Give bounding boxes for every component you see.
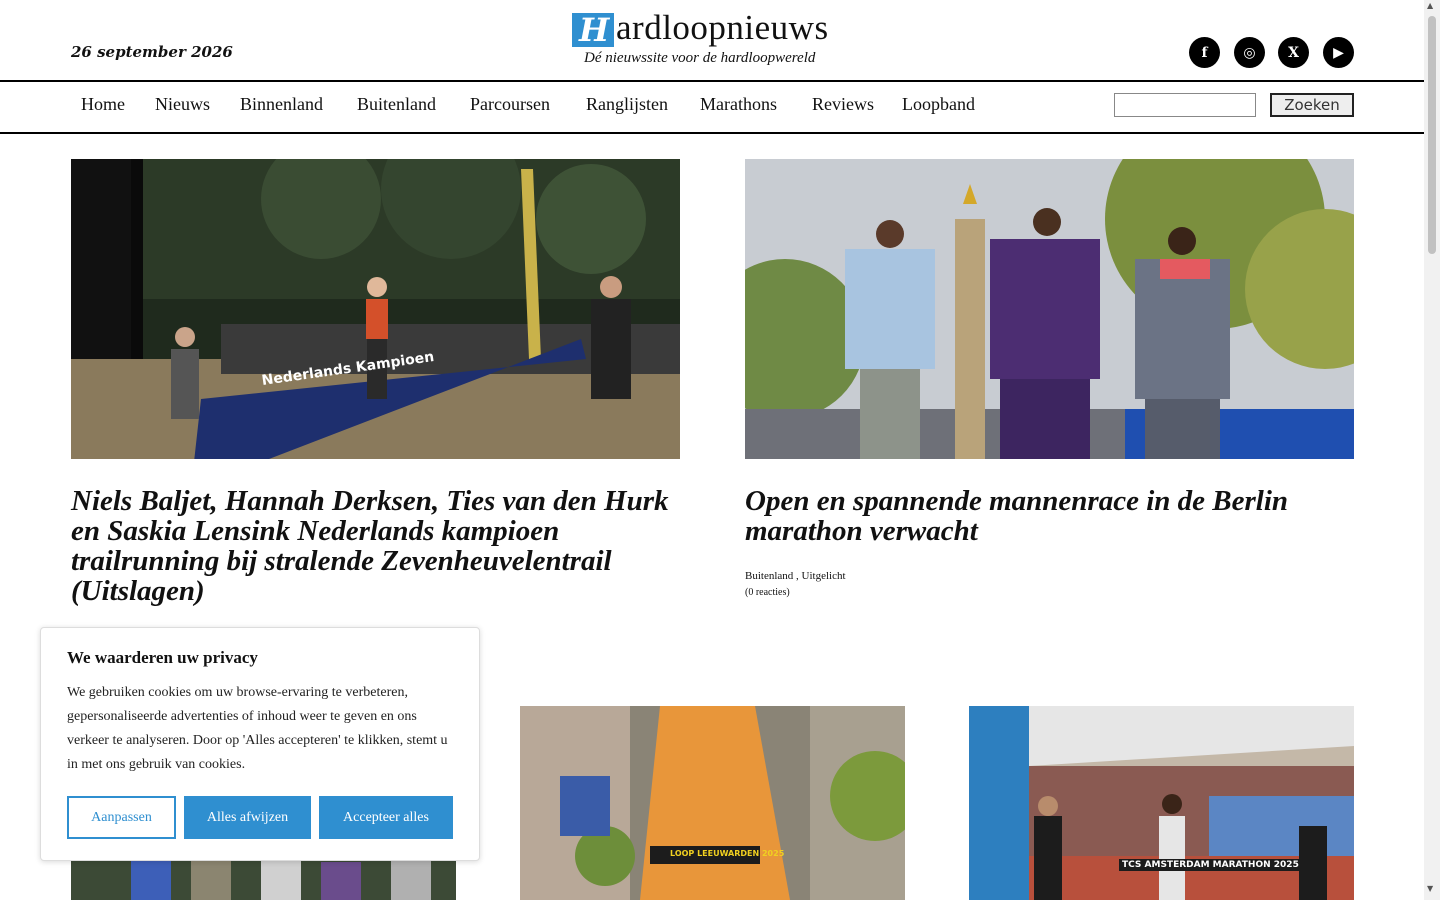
nav-item-reviews[interactable]: Reviews bbox=[812, 94, 874, 115]
nav-item-ranglijsten[interactable]: Ranglijsten bbox=[586, 94, 668, 115]
scroll-thumb[interactable] bbox=[1428, 16, 1436, 254]
search-input[interactable] bbox=[1114, 93, 1256, 117]
article-image-leeuwarden[interactable]: LOOP LEEUWARDEN 2025 bbox=[520, 706, 905, 900]
main-nav: Home Nieuws Binnenland Buitenland Parcou… bbox=[0, 80, 1424, 134]
cookie-text: We gebruiken cookies om uw browse-ervari… bbox=[67, 685, 448, 772]
article-title[interactable]: Niels Baljet, Hannah Derksen, Ties van d… bbox=[71, 486, 686, 606]
page-scrollbar[interactable]: ▲ ▼ bbox=[1424, 0, 1440, 900]
logo-text: ardloopnieuws bbox=[616, 8, 829, 47]
nav-item-marathons[interactable]: Marathons bbox=[700, 94, 777, 115]
nav-item-binnenland[interactable]: Binnenland bbox=[240, 94, 323, 115]
article-title[interactable]: Open en spannende mannenrace in de Berli… bbox=[745, 486, 1354, 546]
accept-all-button[interactable]: Accepteer alles bbox=[319, 796, 453, 839]
search-button[interactable]: Zoeken bbox=[1270, 93, 1354, 117]
x-icon[interactable]: X bbox=[1278, 37, 1309, 68]
article-image-trail-finish[interactable]: Nederlands Kampioen bbox=[71, 159, 680, 459]
reject-all-button[interactable]: Alles afwijzen bbox=[184, 796, 311, 839]
article-comments-count[interactable]: (0 reacties) bbox=[745, 586, 790, 598]
cookie-consent-dialog: We waarderen uw privacy We gebruiken coo… bbox=[40, 627, 480, 861]
nav-item-home[interactable]: Home bbox=[81, 94, 125, 115]
nav-item-buitenland[interactable]: Buitenland bbox=[357, 94, 436, 115]
nav-item-parcoursen[interactable]: Parcoursen bbox=[470, 94, 550, 115]
logo-mark: H bbox=[572, 11, 614, 49]
nav-item-loopband[interactable]: Loopband bbox=[902, 94, 975, 115]
current-date: 26 september 2026 bbox=[71, 43, 233, 61]
article-categories[interactable]: Buitenland , Uitgelicht bbox=[745, 570, 846, 582]
article-image-berlin-runners[interactable] bbox=[745, 159, 1354, 459]
site-logo[interactable]: H ardloopnieuws Dé nieuwssite voor de ha… bbox=[572, 8, 862, 74]
youtube-icon[interactable]: ▶ bbox=[1323, 37, 1354, 68]
scroll-up-icon[interactable]: ▲ bbox=[1427, 1, 1433, 10]
cookie-title: We waarderen uw privacy bbox=[67, 648, 258, 667]
customize-button[interactable]: Aanpassen bbox=[67, 796, 176, 839]
site-tagline: Dé nieuwssite voor de hardloopwereld bbox=[584, 50, 816, 66]
site-header: 26 september 2026 H ardloopnieuws Dé nie… bbox=[0, 0, 1424, 80]
nav-item-nieuws[interactable]: Nieuws bbox=[155, 94, 210, 115]
banner-text: LOOP LEEUWARDEN 2025 bbox=[670, 849, 785, 858]
instagram-icon[interactable]: ◎ bbox=[1234, 37, 1265, 68]
banner-text: TCS AMSTERDAM MARATHON 2025 bbox=[1119, 859, 1302, 871]
facebook-icon[interactable]: f bbox=[1189, 37, 1220, 68]
article-image-amsterdam[interactable]: TCS AMSTERDAM MARATHON 2025 bbox=[969, 706, 1354, 900]
scroll-down-icon[interactable]: ▼ bbox=[1427, 884, 1433, 893]
